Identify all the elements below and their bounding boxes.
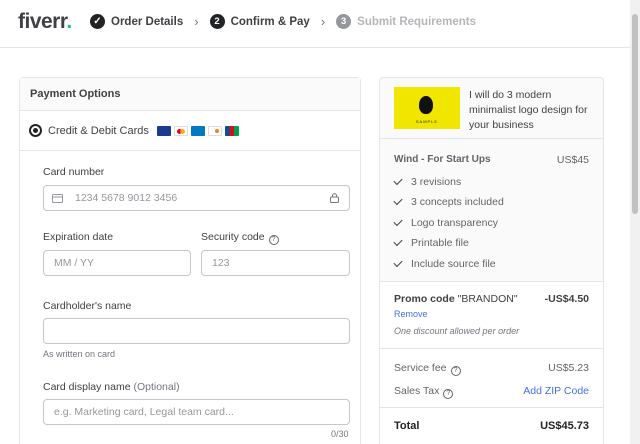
diners-club-icon [190, 125, 205, 136]
discover-icon [207, 125, 222, 136]
gig-thumbnail[interactable]: SAMPLE [394, 87, 460, 129]
sales-tax-label: Sales Tax? [394, 385, 454, 399]
total-label: Total [394, 420, 420, 432]
credit-card-icon [52, 193, 63, 203]
pricing-breakdown: Promo code "BRANDON" -US$4.50 Remove One… [380, 282, 603, 444]
credit-debit-label: Credit & Debit Cards [48, 124, 149, 137]
package-price: US$45 [556, 154, 589, 166]
promo-discount: -US$4.50 [544, 293, 589, 305]
scrollbar-thumb[interactable] [632, 14, 638, 214]
card-number-label: Card number [43, 166, 105, 178]
service-fee-label: Service fee? [394, 362, 461, 376]
checkout-steps: ✓ Order Details › 2 Confirm & Pay › 3 Su… [90, 14, 476, 29]
radio-selected-icon[interactable] [29, 124, 42, 137]
expiration-placeholder: MM / YY [54, 257, 95, 269]
promo-code-label: Promo code "BRANDON" [394, 293, 518, 305]
step-label: Submit Requirements [357, 15, 477, 28]
logo-silhouette-icon [419, 96, 433, 114]
security-code-placeholder: 123 [212, 257, 230, 269]
cardholder-input[interactable] [43, 318, 350, 344]
jcb-icon [224, 125, 239, 136]
help-icon[interactable]: ? [443, 388, 454, 399]
check-icon [393, 175, 403, 186]
service-fee-value: US$5.23 [548, 362, 589, 374]
chevron-right-icon: › [194, 14, 199, 29]
check-icon: ✓ [90, 14, 105, 29]
check-icon [393, 236, 403, 247]
step-label: Order Details [111, 15, 184, 28]
feature-item: Include source file [393, 257, 496, 270]
mastercard-icon [173, 125, 188, 136]
fiverr-logo[interactable]: fiverr. [18, 10, 72, 34]
package-name: Wind - For Start Ups [394, 154, 491, 165]
lock-icon [330, 193, 339, 203]
page-scrollbar[interactable] [630, 0, 640, 444]
security-code-input[interactable]: 123 [201, 250, 350, 276]
expiration-input[interactable]: MM / YY [43, 250, 191, 276]
card-display-name-placeholder: e.g. Marketing card, Legal team card... [54, 406, 234, 418]
feature-item: Logo transparency [393, 216, 498, 229]
total-value: US$45.73 [540, 420, 589, 432]
card-display-name-input[interactable]: e.g. Marketing card, Legal team card... [43, 399, 350, 425]
step-confirm-pay: 2 Confirm & Pay [209, 14, 310, 29]
help-icon[interactable]: ? [268, 234, 279, 245]
step-number: 3 [336, 14, 352, 29]
remove-promo-link[interactable]: Remove [394, 309, 428, 319]
step-number: 2 [209, 14, 225, 29]
character-count: 0/30 [331, 429, 349, 439]
visa-icon [156, 125, 171, 136]
cardholder-help: As written on card [43, 349, 116, 359]
order-summary-panel: SAMPLE I will do 3 modern minimalist log… [379, 77, 604, 444]
step-label: Confirm & Pay [230, 15, 310, 28]
check-icon [393, 216, 403, 227]
check-icon [393, 195, 403, 206]
feature-item: 3 concepts included [393, 195, 504, 208]
gig-title[interactable]: I will do 3 modern minimalist logo desig… [469, 88, 599, 133]
help-icon[interactable]: ? [450, 365, 461, 376]
step-order-details[interactable]: ✓ Order Details [90, 14, 183, 29]
payment-options-title: Payment Options [20, 78, 360, 111]
card-display-name-label: Card display name (Optional) [43, 381, 180, 393]
security-code-label: Security code? [201, 231, 279, 245]
feature-item: 3 revisions [393, 175, 461, 188]
top-header: fiverr. ✓ Order Details › 2 Confirm & Pa… [0, 0, 630, 48]
feature-item: Printable file [393, 236, 469, 249]
credit-debit-option[interactable]: Credit & Debit Cards [20, 111, 360, 151]
card-number-placeholder: 1234 5678 9012 3456 [75, 192, 178, 204]
expiration-label: Expiration date [43, 231, 114, 243]
check-icon [393, 257, 403, 268]
promo-note: One discount allowed per order [394, 326, 520, 336]
chevron-right-icon: › [320, 14, 326, 29]
step-submit-requirements: 3 Submit Requirements [336, 14, 476, 29]
payment-options-panel: Payment Options Credit & Debit Cards Car… [19, 77, 361, 444]
cardholder-label: Cardholder's name [43, 300, 132, 312]
card-number-input[interactable]: 1234 5678 9012 3456 [43, 185, 350, 211]
add-zip-code-link[interactable]: Add ZIP Code [523, 385, 589, 397]
